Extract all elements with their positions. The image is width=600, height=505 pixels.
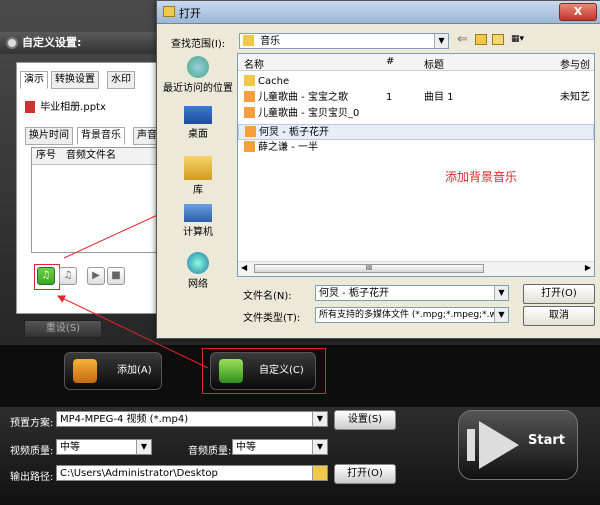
list-item-name: Cache [258, 76, 290, 87]
list-item-name: 儿童歌曲 - 宝宝之歌 [258, 92, 348, 103]
horizontal-scrollbar[interactable]: ◀ III ▶ [238, 261, 594, 276]
col-artist[interactable]: 参与创 [560, 56, 590, 71]
file-list-header: 名称 # 标题 参与创 [238, 54, 594, 71]
view-menu-icon[interactable]: ▦▾ [511, 33, 529, 45]
up-folder-icon[interactable] [475, 34, 487, 45]
place-computer-label: 计算机 [183, 227, 213, 238]
filename-value: 何炅 - 栀子花开 [319, 288, 389, 299]
filetype-label: 文件类型(T): [243, 313, 301, 324]
audio-file-icon [244, 107, 255, 118]
scrollbar-thumb[interactable]: III [254, 264, 484, 273]
filetype-value: 所有支持的多媒体文件 (*.mpg;*.mpeg;*.w [319, 310, 497, 320]
audio-file-icon [244, 91, 255, 102]
filetype-select[interactable]: 所有支持的多媒体文件 (*.mpg;*.mpeg;*.w ▼ [315, 307, 509, 323]
list-item[interactable]: Cache [238, 74, 594, 90]
list-item-name: 儿童歌曲 - 宝贝宝贝_0 [258, 108, 360, 119]
filename-input[interactable]: 何炅 - 栀子花开 ▼ [315, 285, 509, 301]
look-in-value: 音乐 [260, 36, 281, 47]
list-item-selected[interactable]: 何炅 - 栀子花开 [238, 124, 594, 140]
place-recent-label: 最近访问的位置 [163, 83, 233, 94]
audio-file-icon [244, 141, 255, 152]
dialog-title: 打开 [179, 7, 201, 20]
places-bar: 最近访问的位置 桌面 库 计算机 网络 [163, 48, 233, 290]
place-recent[interactable]: 最近访问的位置 [163, 56, 233, 94]
filename-label: 文件名(N): [243, 291, 292, 302]
computer-icon [184, 204, 212, 222]
place-network[interactable]: 网络 [163, 252, 233, 290]
annotation-add-background-music: 添加背景音乐 [445, 170, 518, 184]
col-number[interactable]: # [386, 56, 394, 67]
libraries-icon [184, 156, 212, 180]
list-item-number: 1 [386, 92, 393, 103]
open-dialog: 打开 X 查找范围(I): 音乐 ▼ ⇐ ▦▾ 最近访问的位置 桌面 库 计算机… [156, 0, 600, 339]
new-folder-icon[interactable] [492, 34, 504, 45]
place-computer[interactable]: 计算机 [163, 204, 233, 238]
folder-icon [163, 6, 175, 17]
place-libraries-label: 库 [193, 185, 203, 196]
list-item-title: 曲目 1 [424, 92, 454, 103]
place-libraries[interactable]: 库 [163, 156, 233, 196]
list-item[interactable]: 儿童歌曲 - 宝宝之歌 1 曲目 1 未知艺 [238, 90, 594, 106]
list-item-artist: 未知艺 [560, 92, 590, 103]
look-in-select[interactable]: 音乐 ▼ [239, 33, 449, 49]
recent-places-icon [187, 56, 209, 78]
folder-icon [244, 75, 255, 86]
open-button[interactable]: 打开(O) [523, 284, 595, 304]
place-desktop-label: 桌面 [188, 129, 208, 140]
list-item[interactable]: 薛之谦 - 一半 [238, 140, 594, 156]
list-item-name: 何炅 - 栀子花开 [259, 127, 329, 138]
list-item-name: 薛之谦 - 一半 [258, 142, 318, 153]
list-item[interactable]: 儿童歌曲 - 宝贝宝贝_0 [238, 106, 594, 122]
desktop-icon [184, 106, 212, 124]
file-list[interactable]: 名称 # 标题 参与创 Cache 儿童歌曲 - 宝宝之歌 1 曲目 1 未知艺… [237, 53, 595, 277]
scroll-right-icon[interactable]: ▶ [585, 263, 591, 272]
music-folder-icon [243, 35, 254, 46]
chevron-down-icon: ▼ [494, 286, 508, 300]
back-icon[interactable]: ⇐ [457, 32, 468, 47]
audio-file-icon [245, 126, 256, 137]
chevron-down-icon: ▼ [494, 308, 508, 322]
network-icon [187, 252, 209, 274]
cancel-button[interactable]: 取消 [523, 306, 595, 326]
place-desktop[interactable]: 桌面 [163, 106, 233, 140]
col-name[interactable]: 名称 [244, 56, 264, 71]
chevron-down-icon: ▼ [434, 34, 448, 48]
col-title[interactable]: 标题 [424, 56, 444, 71]
scroll-left-icon[interactable]: ◀ [241, 263, 247, 272]
place-network-label: 网络 [188, 279, 208, 290]
dialog-titlebar: 打开 X [157, 1, 600, 24]
close-button[interactable]: X [559, 3, 597, 21]
